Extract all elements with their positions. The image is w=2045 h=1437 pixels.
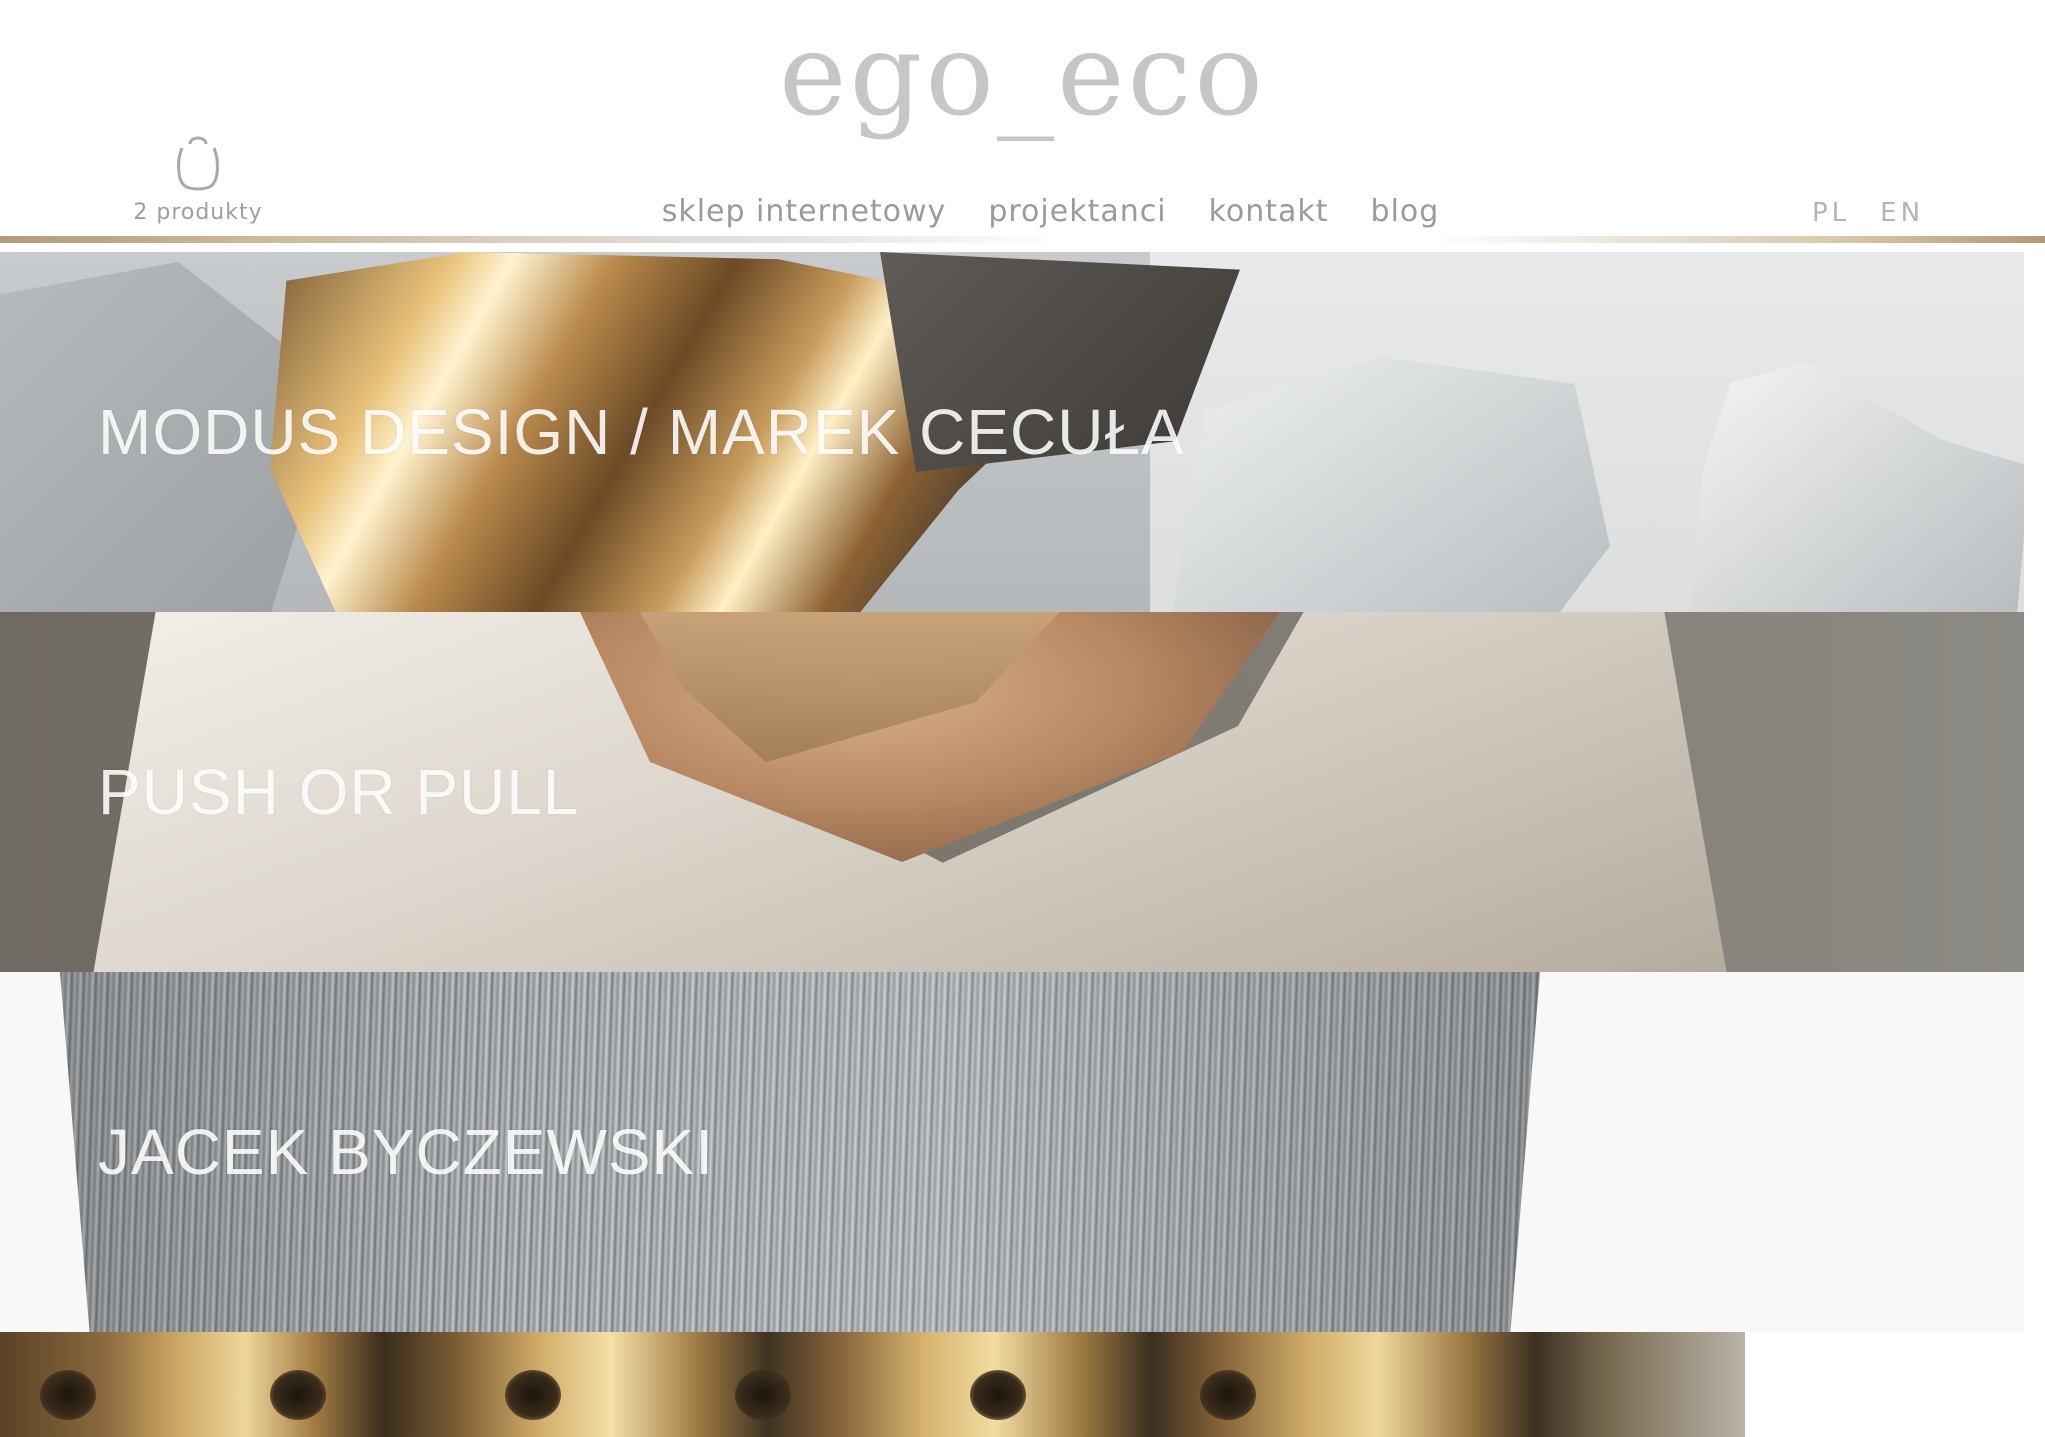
site-logo[interactable]: ego_eco <box>0 0 2045 132</box>
lang-option-pl[interactable]: PL <box>1812 198 1850 228</box>
lang-option-en[interactable]: EN <box>1880 198 1924 228</box>
nav-item-blog[interactable]: blog <box>1371 194 1440 229</box>
nav-item-kontakt[interactable]: kontakt <box>1209 194 1329 229</box>
header-divider <box>0 236 2045 243</box>
ring-hole <box>40 1370 96 1420</box>
banner-title[interactable]: PUSH OR PULL <box>98 612 579 972</box>
banner-gold-rings[interactable] <box>0 1332 2024 1437</box>
nav-item-sklep-internetowy[interactable]: sklep internetowy <box>662 194 947 229</box>
banner-push-or-pull[interactable]: PUSH OR PULL <box>0 612 2024 972</box>
site-header: ego_eco 2 produkty sklep internetowy pro… <box>0 0 2045 252</box>
language-switcher: PL EN <box>1812 198 1924 228</box>
ring-hole <box>505 1370 561 1420</box>
gold-rings-image <box>0 1332 1745 1437</box>
ring-hole <box>270 1370 326 1420</box>
ring-hole <box>970 1370 1026 1420</box>
banner-modus-design[interactable]: MODUS DESIGN / MAREK CECUŁA <box>0 252 2024 612</box>
banner-title[interactable]: JACEK BYCZEWSKI <box>98 972 714 1332</box>
banner-jacek-byczewski[interactable]: JACEK BYCZEWSKI <box>0 972 2024 1332</box>
nav-item-projektanci[interactable]: projektanci <box>988 194 1166 229</box>
shopping-bag-icon[interactable] <box>173 130 223 192</box>
main-nav: sklep internetowy projektanci kontakt bl… <box>0 194 2045 229</box>
ring-hole <box>735 1370 791 1420</box>
ring-hole <box>1200 1370 1256 1420</box>
banner-title[interactable]: MODUS DESIGN / MAREK CECUŁA <box>98 252 1185 612</box>
